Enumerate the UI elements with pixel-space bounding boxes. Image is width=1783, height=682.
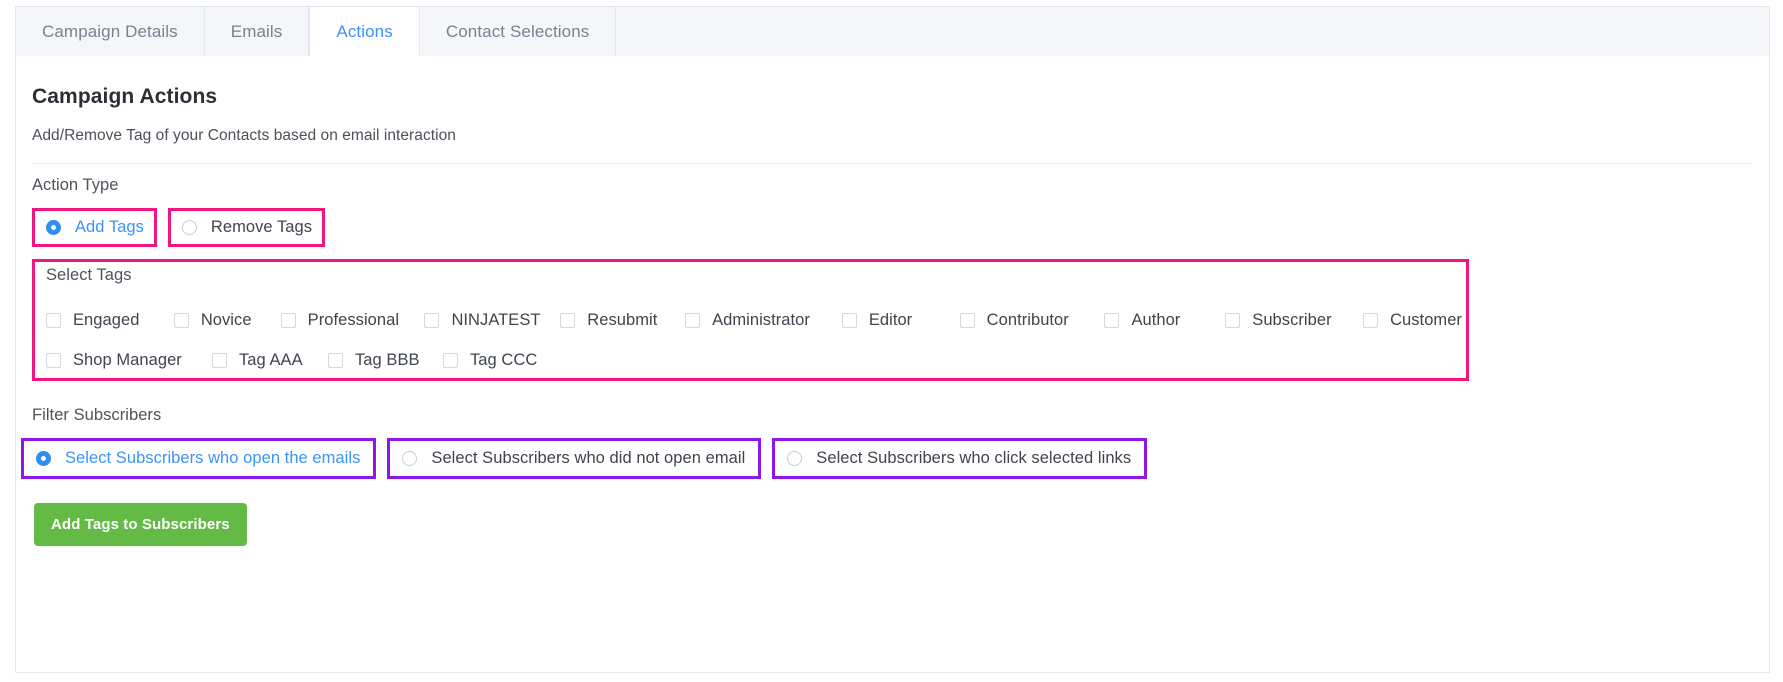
checkbox-icon[interactable]: [1104, 312, 1120, 328]
annotation-box-remove-tags: Remove Tags: [167, 208, 326, 247]
checkbox-label: Tag CCC: [470, 350, 538, 369]
checkbox-icon[interactable]: [46, 312, 61, 328]
radio-open-emails-label: Select Subscribers who open the emails: [65, 449, 361, 467]
radio-add-tags[interactable]: Add Tags: [46, 218, 144, 237]
radio-dot-icon[interactable]: [402, 451, 418, 466]
checkbox-resubmit[interactable]: Resubmit: [560, 311, 685, 330]
radio-did-not-open-email-label: Select Subscribers who did not open emai…: [431, 449, 746, 467]
checkbox-novice[interactable]: Novice: [173, 310, 281, 330]
checkbox-label: Shop Manager: [73, 350, 182, 369]
checkbox-label: Subscriber: [1252, 310, 1332, 329]
checkbox-icon[interactable]: [959, 312, 975, 328]
action-type-label: Action Type: [32, 176, 119, 194]
checkbox-label: Tag BBB: [355, 350, 420, 369]
checkbox-icon[interactable]: [173, 312, 189, 328]
checkbox-label: Tag AAA: [239, 350, 303, 369]
checkbox-icon[interactable]: [46, 352, 61, 368]
radio-open-emails[interactable]: Select Subscribers who open the emails: [36, 449, 360, 468]
checkbox-icon[interactable]: [1363, 312, 1379, 328]
checkbox-professional[interactable]: Professional: [280, 310, 425, 330]
annotation-box-did-not-open: Select Subscribers who did not open emai…: [387, 438, 762, 479]
checkbox-icon[interactable]: [560, 312, 576, 328]
checkbox-icon[interactable]: [280, 312, 296, 328]
checkbox-ninjatest[interactable]: NINJATEST: [424, 311, 560, 330]
checkbox-engaged[interactable]: Engaged: [46, 311, 174, 330]
checkbox-tag-bbb[interactable]: Tag BBB: [328, 351, 443, 370]
checkbox-label: Engaged: [73, 310, 140, 329]
tab-emails[interactable]: Emails: [205, 7, 310, 56]
radio-remove-tags-label: Remove Tags: [210, 218, 313, 236]
select-tags-grid: Engaged Novice Professional NINJATEST Re…: [46, 300, 1462, 380]
tab-actions[interactable]: Actions: [309, 7, 420, 57]
checkbox-label: Author: [1131, 310, 1181, 329]
radio-dot-icon[interactable]: [787, 451, 803, 466]
filter-subscribers-label: Filter Subscribers: [32, 406, 162, 424]
select-tags-row-1: Engaged Novice Professional NINJATEST Re…: [46, 300, 1462, 340]
checkbox-label: Resubmit: [587, 310, 658, 329]
checkbox-administrator[interactable]: Administrator: [685, 311, 842, 330]
radio-did-not-open-email[interactable]: Select Subscribers who did not open emai…: [402, 449, 745, 468]
radio-remove-tags[interactable]: Remove Tags: [181, 218, 313, 237]
radio-dot-icon[interactable]: [36, 451, 51, 466]
select-tags-label: Select Tags: [46, 266, 132, 284]
checkbox-contributor[interactable]: Contributor: [959, 310, 1105, 330]
page-subtitle: Add/Remove Tag of your Contacts based on…: [32, 127, 456, 144]
campaign-actions-page: Campaign Details Emails Actions Contact …: [0, 0, 1783, 682]
radio-add-tags-label: Add Tags: [75, 218, 144, 236]
checkbox-icon[interactable]: [841, 312, 857, 328]
checkbox-editor[interactable]: Editor: [841, 310, 960, 330]
checkbox-customer[interactable]: Customer: [1363, 311, 1462, 330]
annotation-box-open-emails: Select Subscribers who open the emails: [21, 438, 377, 479]
actions-panel-inner: Campaign Actions Add/Remove Tag of your …: [16, 56, 1769, 672]
checkbox-subscriber[interactable]: Subscriber: [1225, 311, 1363, 330]
checkbox-icon[interactable]: [424, 312, 440, 328]
radio-dot-icon[interactable]: [181, 220, 197, 235]
radio-click-selected-links-label: Select Subscribers who click selected li…: [816, 449, 1132, 467]
tab-campaign-details[interactable]: Campaign Details: [16, 7, 205, 56]
checkbox-icon[interactable]: [212, 352, 227, 368]
checkbox-label: Administrator: [712, 310, 810, 329]
checkbox-label: Novice: [200, 310, 252, 329]
tab-bar: Campaign Details Emails Actions Contact …: [15, 6, 1770, 57]
radio-dot-icon[interactable]: [46, 220, 61, 235]
annotation-box-add-tags: Add Tags: [32, 208, 157, 247]
checkbox-label: Editor: [868, 310, 913, 329]
annotation-box-click-links: Select Subscribers who click selected li…: [772, 438, 1148, 479]
radio-click-selected-links[interactable]: Select Subscribers who click selected li…: [787, 449, 1131, 468]
checkbox-icon[interactable]: [443, 352, 458, 368]
checkbox-icon[interactable]: [328, 352, 343, 368]
checkbox-label: Contributor: [986, 310, 1069, 329]
checkbox-icon[interactable]: [1225, 312, 1241, 328]
select-tags-row-2: Shop Manager Tag AAA Tag BBB Tag CCC: [46, 340, 1462, 380]
checkbox-label: NINJATEST: [451, 310, 541, 329]
action-type-radio-group: Add Tags Remove Tags: [32, 208, 326, 247]
add-tags-to-subscribers-button[interactable]: Add Tags to Subscribers: [34, 503, 247, 546]
page-title: Campaign Actions: [32, 85, 218, 108]
checkbox-author[interactable]: Author: [1104, 311, 1225, 330]
checkbox-label: Customer: [1390, 310, 1462, 329]
checkbox-shop-manager[interactable]: Shop Manager: [46, 351, 212, 370]
checkbox-icon[interactable]: [685, 312, 701, 328]
checkbox-tag-aaa[interactable]: Tag AAA: [212, 351, 328, 370]
checkbox-label: Professional: [307, 310, 400, 329]
tab-contact-selections[interactable]: Contact Selections: [420, 7, 617, 56]
select-tags-box: Select Tags Engaged Novice Professional …: [32, 259, 1469, 381]
divider: [32, 163, 1752, 164]
actions-panel: Campaign Actions Add/Remove Tag of your …: [15, 56, 1770, 673]
checkbox-tag-ccc[interactable]: Tag CCC: [443, 351, 537, 370]
filter-subscribers-radio-group: Select Subscribers who open the emails S…: [21, 438, 1148, 479]
